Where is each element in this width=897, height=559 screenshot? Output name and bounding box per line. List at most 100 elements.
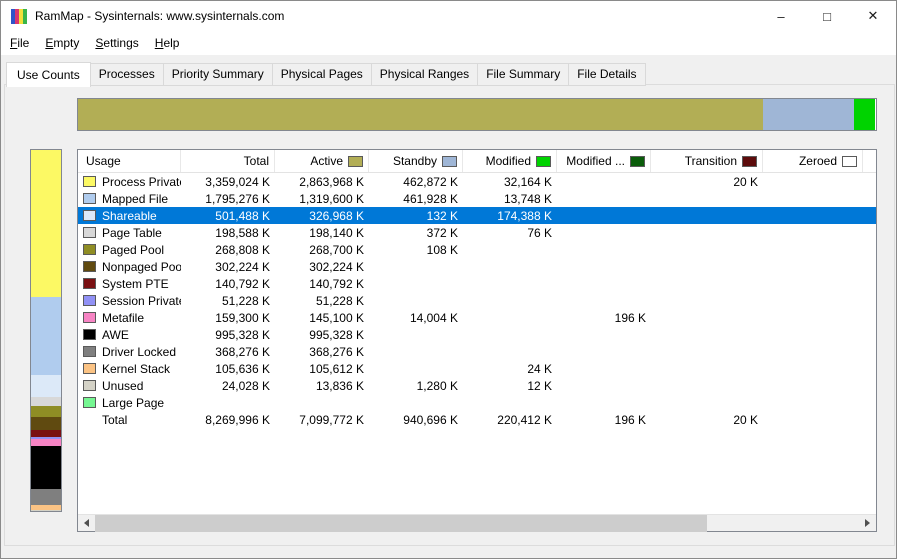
active-cell: 105,612 K [275, 362, 369, 376]
usage-cell: AWE [78, 326, 181, 343]
scroll-left-button[interactable] [78, 515, 95, 532]
mapped-file-color-swatch [83, 193, 96, 204]
hbar-segment-standby [763, 99, 854, 130]
active-cell: 268,700 K [275, 243, 369, 257]
scroll-left-icon [84, 519, 89, 527]
active-cell: 51,228 K [275, 294, 369, 308]
table-row-large-page[interactable]: Large Page [78, 394, 876, 411]
standby-cell: 108 K [369, 243, 463, 257]
column-header-transition[interactable]: Transition [651, 150, 763, 172]
total-cell: 198,588 K [181, 226, 275, 240]
minimize-button[interactable]: – [758, 1, 804, 31]
horizontal-scrollbar[interactable] [78, 514, 876, 531]
column-header-modified-no-write[interactable]: Modified ... [557, 150, 651, 172]
table-row-nonpaged-pool[interactable]: Nonpaged Pool302,224 K302,224 K [78, 258, 876, 275]
total-cell: 995,328 K [181, 328, 275, 342]
nonpaged-pool-color-swatch [83, 261, 96, 272]
column-label: Active [310, 154, 343, 168]
column-header-modified[interactable]: Modified [463, 150, 557, 172]
column-header-zeroed[interactable]: Zeroed [763, 150, 863, 172]
process-private-color-swatch [83, 176, 96, 187]
total-cell: 302,224 K [181, 260, 275, 274]
vbar-segment-awe [31, 446, 61, 489]
title-bar: RamMap - Sysinternals: www.sysinternals.… [1, 1, 896, 31]
column-label: Transition [685, 154, 737, 168]
tab-page: UsageTotalActiveStandbyModifiedModified … [4, 84, 895, 546]
column-header-total[interactable]: Total [181, 150, 275, 172]
total-cell: 368,276 K [181, 345, 275, 359]
menu-settings[interactable]: Settings [87, 32, 146, 54]
table-row-page-table[interactable]: Page Table198,588 K198,140 K372 K76 K [78, 224, 876, 241]
table-row-mapped-file[interactable]: Mapped File1,795,276 K1,319,600 K461,928… [78, 190, 876, 207]
modified-cell: 174,388 K [463, 209, 557, 223]
active-cell: 7,099,772 K [275, 413, 369, 427]
total-cell: 24,028 K [181, 379, 275, 393]
menu-file[interactable]: File [2, 32, 37, 54]
table-row-metafile[interactable]: Metafile159,300 K145,100 K14,004 K196 K [78, 309, 876, 326]
tab-physical-pages[interactable]: Physical Pages [272, 63, 372, 86]
maximize-button[interactable]: □ [804, 1, 850, 31]
tab-use-counts[interactable]: Use Counts [6, 62, 91, 87]
driver-locked-color-swatch [83, 346, 96, 357]
shareable-color-swatch [83, 210, 96, 221]
usage-label: AWE [102, 328, 129, 342]
usage-cell: Paged Pool [78, 241, 181, 258]
tab-file-summary[interactable]: File Summary [477, 63, 569, 86]
modified-cell: 220,412 K [463, 413, 557, 427]
table-row-unused[interactable]: Unused24,028 K13,836 K1,280 K12 K [78, 377, 876, 394]
vbar-segment-shareable [31, 375, 61, 397]
awe-color-swatch [83, 329, 96, 340]
standby-cell: 461,928 K [369, 192, 463, 206]
standby-cell: 132 K [369, 209, 463, 223]
total-cell: 501,488 K [181, 209, 275, 223]
usage-label: Total [102, 413, 127, 427]
active-cell: 198,140 K [275, 226, 369, 240]
tab-physical-ranges[interactable]: Physical Ranges [371, 63, 478, 86]
column-header-filler [863, 150, 876, 172]
kernel-stack-color-swatch [83, 363, 96, 374]
menu-help[interactable]: Help [147, 32, 188, 54]
tab-processes[interactable]: Processes [90, 63, 164, 86]
tab-strip: Use CountsProcessesPriority SummaryPhysi… [6, 62, 645, 86]
vbar-segment-mapped-file [31, 297, 61, 375]
table-row-total[interactable]: Total8,269,996 K7,099,772 K940,696 K220,… [78, 411, 876, 428]
scrollbar-track[interactable] [707, 515, 859, 532]
table-row-shareable[interactable]: Shareable501,488 K326,968 K132 K174,388 … [78, 207, 876, 224]
column-label: Modified [486, 154, 531, 168]
table-row-awe[interactable]: AWE995,328 K995,328 K [78, 326, 876, 343]
column-header-usage[interactable]: Usage [78, 150, 181, 172]
table-row-paged-pool[interactable]: Paged Pool268,808 K268,700 K108 K [78, 241, 876, 258]
memory-state-bar [77, 98, 877, 131]
scroll-right-button[interactable] [859, 515, 876, 532]
tab-file-details[interactable]: File Details [568, 63, 645, 86]
column-header-standby[interactable]: Standby [369, 150, 463, 172]
table-row-driver-locked[interactable]: Driver Locked368,276 K368,276 K [78, 343, 876, 360]
rammap-window: RamMap - Sysinternals: www.sysinternals.… [0, 0, 897, 559]
active-color-swatch [348, 156, 363, 167]
app-icon [11, 9, 27, 24]
standby-color-swatch [442, 156, 457, 167]
active-cell: 145,100 K [275, 311, 369, 325]
usage-label: Mapped File [102, 192, 168, 206]
usage-label: Nonpaged Pool [102, 260, 181, 274]
unused-color-swatch [83, 380, 96, 391]
table-row-process-private[interactable]: Process Private3,359,024 K2,863,968 K462… [78, 173, 876, 190]
scrollbar-thumb[interactable] [95, 515, 707, 532]
standby-cell: 1,280 K [369, 379, 463, 393]
usage-cell: Total [78, 411, 181, 428]
table-row-system-pte[interactable]: System PTE140,792 K140,792 K [78, 275, 876, 292]
close-button[interactable]: ✕ [850, 1, 896, 31]
tab-priority-summary[interactable]: Priority Summary [163, 63, 273, 86]
table-row-kernel-stack[interactable]: Kernel Stack105,636 K105,612 K24 K [78, 360, 876, 377]
column-header-active[interactable]: Active [275, 150, 369, 172]
menu-bar: FileEmptySettingsHelp [1, 31, 896, 55]
modified-no-write-cell: 196 K [557, 311, 651, 325]
usage-cell: Large Page [78, 394, 181, 411]
usage-cell: Process Private [78, 173, 181, 190]
menu-empty[interactable]: Empty [37, 32, 87, 54]
standby-cell: 462,872 K [369, 175, 463, 189]
usage-cell: Kernel Stack [78, 360, 181, 377]
transition-cell: 20 K [651, 175, 763, 189]
column-label: Zeroed [799, 154, 837, 168]
table-row-session-private[interactable]: Session Private51,228 K51,228 K [78, 292, 876, 309]
